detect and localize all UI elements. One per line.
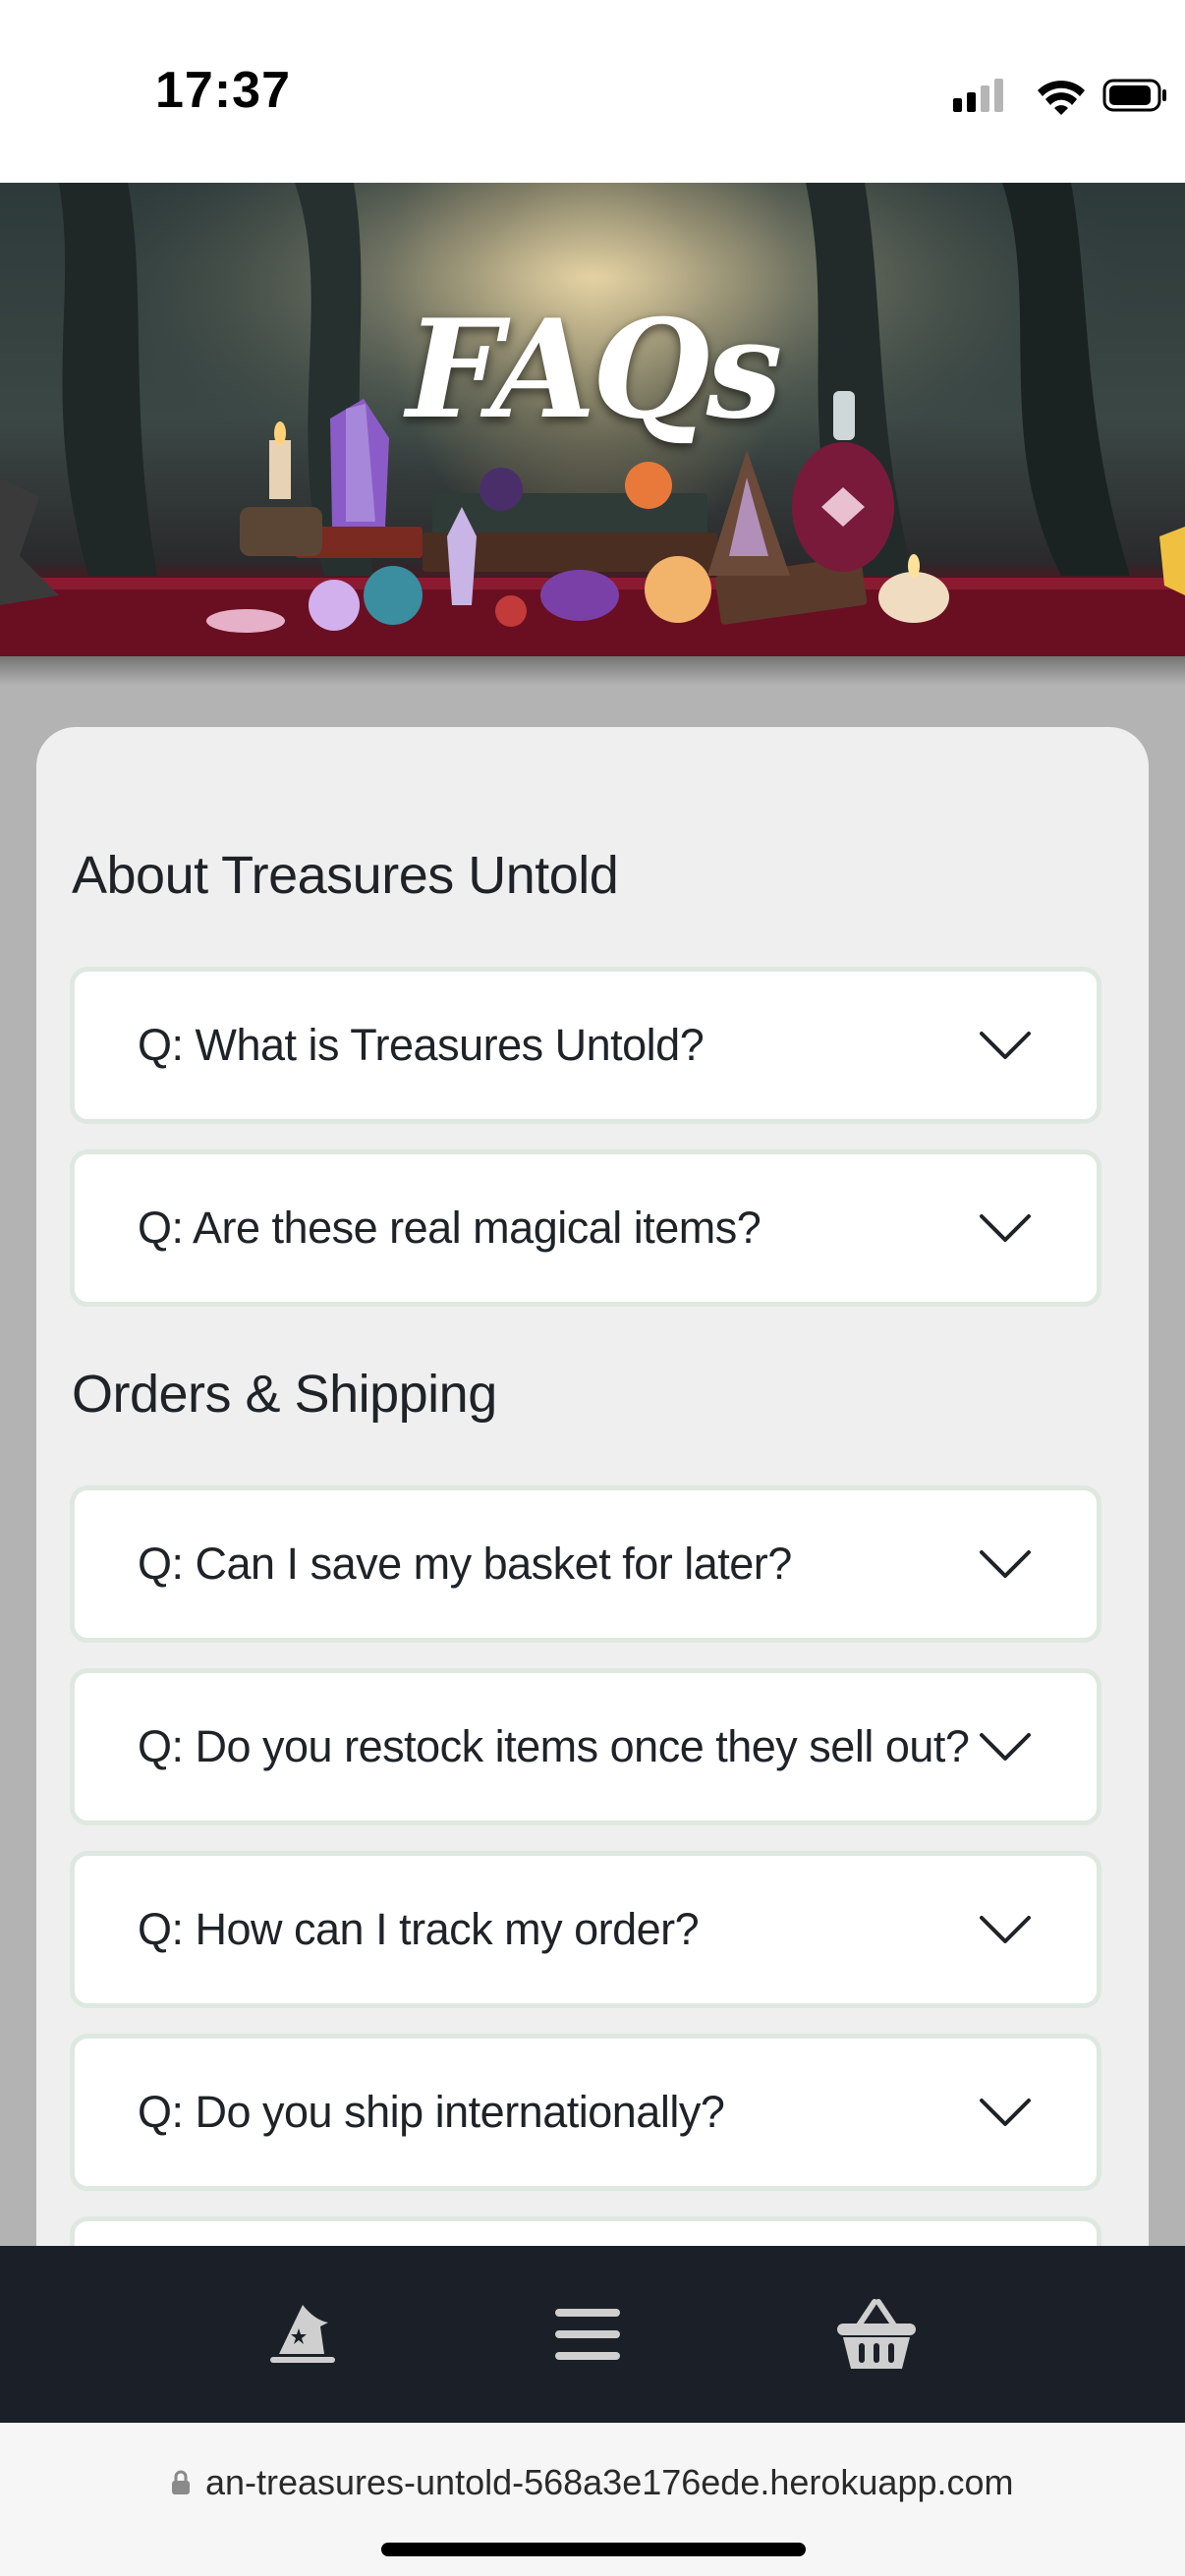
faq-question: Q: Can I save my basket for later?: [138, 1539, 792, 1589]
chevron-down-icon: [980, 1550, 1031, 1578]
section-heading-orders: Orders & Shipping: [72, 1365, 497, 1424]
faq-question: Q: Do you ship internationally?: [138, 2087, 725, 2137]
faq-question: Q: How can I track my order?: [138, 1904, 700, 1954]
status-icons: [890, 69, 1185, 128]
page-title: FAQs: [406, 289, 783, 449]
wizard-hat-icon: [270, 2305, 335, 2363]
chevron-down-icon: [980, 1916, 1031, 1943]
bottom-nav: [0, 2246, 1185, 2423]
battery-icon: [1102, 79, 1166, 112]
wifi-icon: [1038, 81, 1085, 115]
faq-item[interactable]: Q: Do you restock items once they sell o…: [70, 1668, 1101, 1825]
lock-icon: [172, 2470, 191, 2494]
hero-shadow: [0, 656, 1185, 686]
status-bar: 17:37: [0, 0, 1185, 183]
menu-icon: [555, 2309, 620, 2360]
faq-card: About Treasures Untold Q: What is Treasu…: [36, 727, 1149, 2299]
chevron-down-icon: [980, 2099, 1031, 2126]
hero-banner: FAQs: [0, 183, 1185, 656]
status-time: 17:37: [155, 62, 291, 119]
nav-basket-button[interactable]: [827, 2285, 926, 2383]
chevron-down-icon: [980, 1214, 1031, 1242]
nav-menu-button[interactable]: [538, 2285, 637, 2383]
url-text: an-treasures-untold-568a3e176ede.herokua…: [204, 2462, 1014, 2502]
faq-question: Q: Are these real magical items?: [138, 1203, 762, 1253]
faq-item[interactable]: Q: What is Treasures Untold?: [70, 967, 1101, 1124]
faq-item[interactable]: Q: Are these real magical items?: [70, 1149, 1101, 1307]
home-indicator[interactable]: [381, 2543, 806, 2556]
faq-question: Q: What is Treasures Untold?: [138, 1020, 705, 1070]
cellular-signal-icon: [953, 79, 1003, 112]
faq-item[interactable]: Q: How can I track my order?: [70, 1851, 1101, 2008]
faq-item[interactable]: Q: Do you ship internationally?: [70, 2034, 1101, 2191]
faq-question: Q: Do you restock items once they sell o…: [138, 1721, 970, 1771]
faq-item[interactable]: Q: Can I save my basket for later?: [70, 1485, 1101, 1643]
section-heading-about: About Treasures Untold: [72, 846, 619, 905]
chevron-down-icon: [980, 1733, 1031, 1761]
chevron-down-icon: [980, 1032, 1031, 1059]
nav-home-button[interactable]: [254, 2285, 352, 2383]
basket-icon: [837, 2299, 916, 2369]
